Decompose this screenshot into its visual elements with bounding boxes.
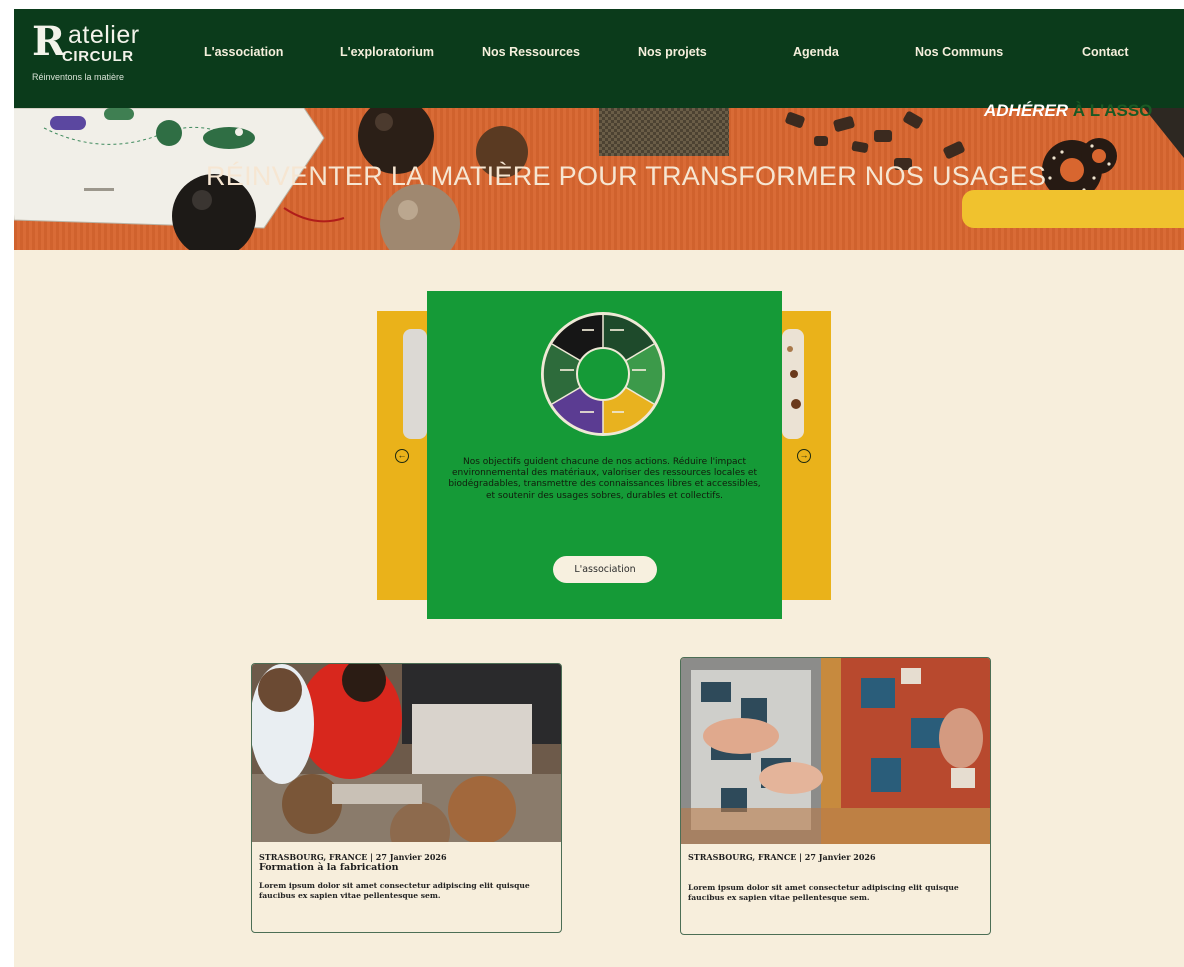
- carousel-active-card: Nos objectifs guident chacune de nos act…: [427, 291, 782, 619]
- logo-line-2: CIRCULR: [62, 48, 134, 65]
- nav-item-projets[interactable]: Nos projets: [638, 44, 707, 60]
- event-2-meta: STRASBOURG, FRANCE | 27 Janvier 2026: [688, 852, 876, 862]
- banner-title: RÉINVENTER LA MATIÈRE POUR TRANSFORMER N…: [206, 161, 1047, 191]
- nav-item-exploratorium[interactable]: L'exploratorium: [340, 44, 434, 60]
- site-header: R atelier CIRCULR Réinventons la matière…: [14, 9, 1184, 108]
- join-cta-label[interactable]: ADHÉRER À L'ASSO: [984, 101, 1152, 121]
- carousel-next-icon[interactable]: →: [797, 449, 811, 463]
- event-1-title[interactable]: Formation à la fabrication: [259, 862, 399, 874]
- event-1-photo: [252, 664, 561, 842]
- objectives-wheel-icon: [541, 312, 665, 436]
- logo-tagline: Réinventons la matière: [32, 72, 125, 82]
- carousel-next-card[interactable]: →: [778, 311, 831, 600]
- nav-item-association[interactable]: L'association: [204, 44, 283, 60]
- logo-line-1: atelier: [68, 21, 140, 49]
- nav-item-contact[interactable]: Contact: [1082, 44, 1129, 60]
- event-2-description: Lorem ipsum dolor sit amet consectetur a…: [688, 883, 959, 902]
- logo-mark: R: [32, 18, 66, 65]
- carousel-prev-icon[interactable]: ←: [395, 449, 409, 463]
- prev-card-image: [403, 329, 427, 439]
- main-nav: L'association L'exploratorium Nos Ressou…: [204, 44, 1144, 68]
- event-card-2[interactable]: STRASBOURG, FRANCE | 27 Janvier 2026 Lor…: [680, 657, 991, 935]
- mission-text: Nos objectifs guident chacune de nos act…: [448, 457, 761, 501]
- nav-item-agenda[interactable]: Agenda: [793, 44, 839, 60]
- event-1-meta: STRASBOURG, FRANCE | 27 Janvier 2026: [259, 852, 447, 862]
- page: R atelier CIRCULR Réinventons la matière…: [14, 9, 1184, 967]
- association-button[interactable]: L'association: [553, 556, 657, 583]
- event-1-description: Lorem ipsum dolor sit amet consectetur a…: [259, 881, 530, 900]
- join-cta-pill[interactable]: [962, 190, 1184, 228]
- event-2-photo: [681, 658, 990, 844]
- event-card-1[interactable]: STRASBOURG, FRANCE | 27 Janvier 2026 For…: [251, 663, 562, 933]
- site-logo[interactable]: R atelier CIRCULR Réinventons la matière: [32, 22, 172, 92]
- nav-item-ressources[interactable]: Nos Ressources: [482, 44, 580, 60]
- carousel-prev-card[interactable]: ←: [377, 311, 432, 600]
- hero-banner: RÉINVENTER LA MATIÈRE POUR TRANSFORMER N…: [14, 108, 1184, 250]
- nav-item-communs[interactable]: Nos Communs: [915, 44, 1003, 60]
- next-card-image: [782, 329, 804, 439]
